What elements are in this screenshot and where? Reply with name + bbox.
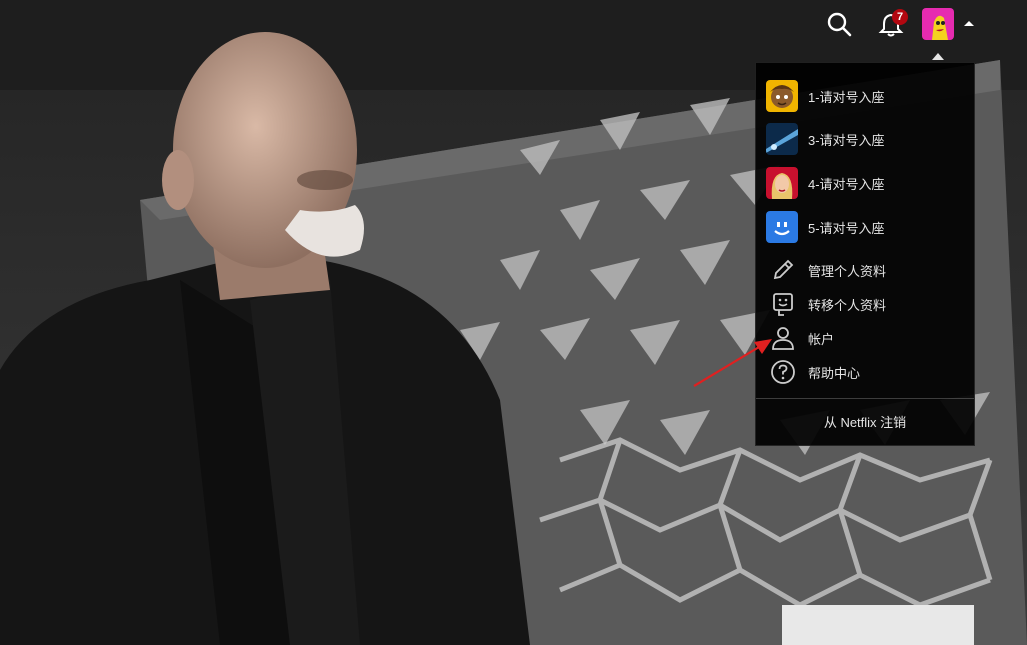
help-center-item[interactable]: 帮助中心 — [756, 358, 974, 386]
help-center-label: 帮助中心 — [808, 365, 861, 381]
profile-item-4[interactable]: 4-请对号入座 — [756, 166, 974, 200]
profile-name: 5-请对号入座 — [808, 220, 885, 236]
annotation-arrow-icon — [690, 334, 780, 390]
current-profile-avatar[interactable] — [922, 8, 954, 40]
manage-profiles-label: 管理个人资料 — [808, 263, 887, 279]
profile-name: 4-请对号入座 — [808, 176, 885, 192]
transfer-profile-item[interactable]: 转移个人资料 — [756, 290, 974, 318]
profile-menu-caret-icon[interactable] — [964, 21, 974, 26]
transfer-profile-label: 转移个人资料 — [808, 297, 887, 313]
account-item[interactable]: 帐户 — [756, 324, 974, 352]
top-navigation: 7 — [0, 0, 1027, 48]
profile-item-1[interactable]: 1-请对号入座 — [756, 79, 974, 113]
menu-divider — [756, 398, 974, 399]
manage-profiles-item[interactable]: 管理个人资料 — [756, 256, 974, 284]
transfer-profile-icon — [770, 291, 796, 317]
notification-count-badge: 7 — [892, 9, 908, 25]
account-label: 帐户 — [808, 331, 835, 347]
profile-name: 1-请对号入座 — [808, 89, 885, 105]
signout-link[interactable]: 从 Netflix 注销 — [756, 412, 974, 431]
profile-item-3[interactable]: 3-请对号入座 — [756, 122, 974, 156]
blue-smiley-avatar — [766, 211, 798, 243]
profile-item-5[interactable]: 5-请对号入座 — [756, 210, 974, 244]
pencil-icon — [770, 257, 796, 283]
blue-light-avatar — [766, 123, 798, 155]
blonde-woman-avatar — [766, 167, 798, 199]
search-icon[interactable] — [826, 11, 852, 37]
menu-pointer-triangle — [932, 53, 944, 60]
cartoon-boy-avatar — [766, 80, 798, 112]
profile-dropdown-menu: 1-请对号入座 3-请对号入座 4-请对号入座 5-请对号入座 管理个人资料 转… — [755, 62, 975, 446]
profile-name: 3-请对号入座 — [808, 132, 885, 148]
